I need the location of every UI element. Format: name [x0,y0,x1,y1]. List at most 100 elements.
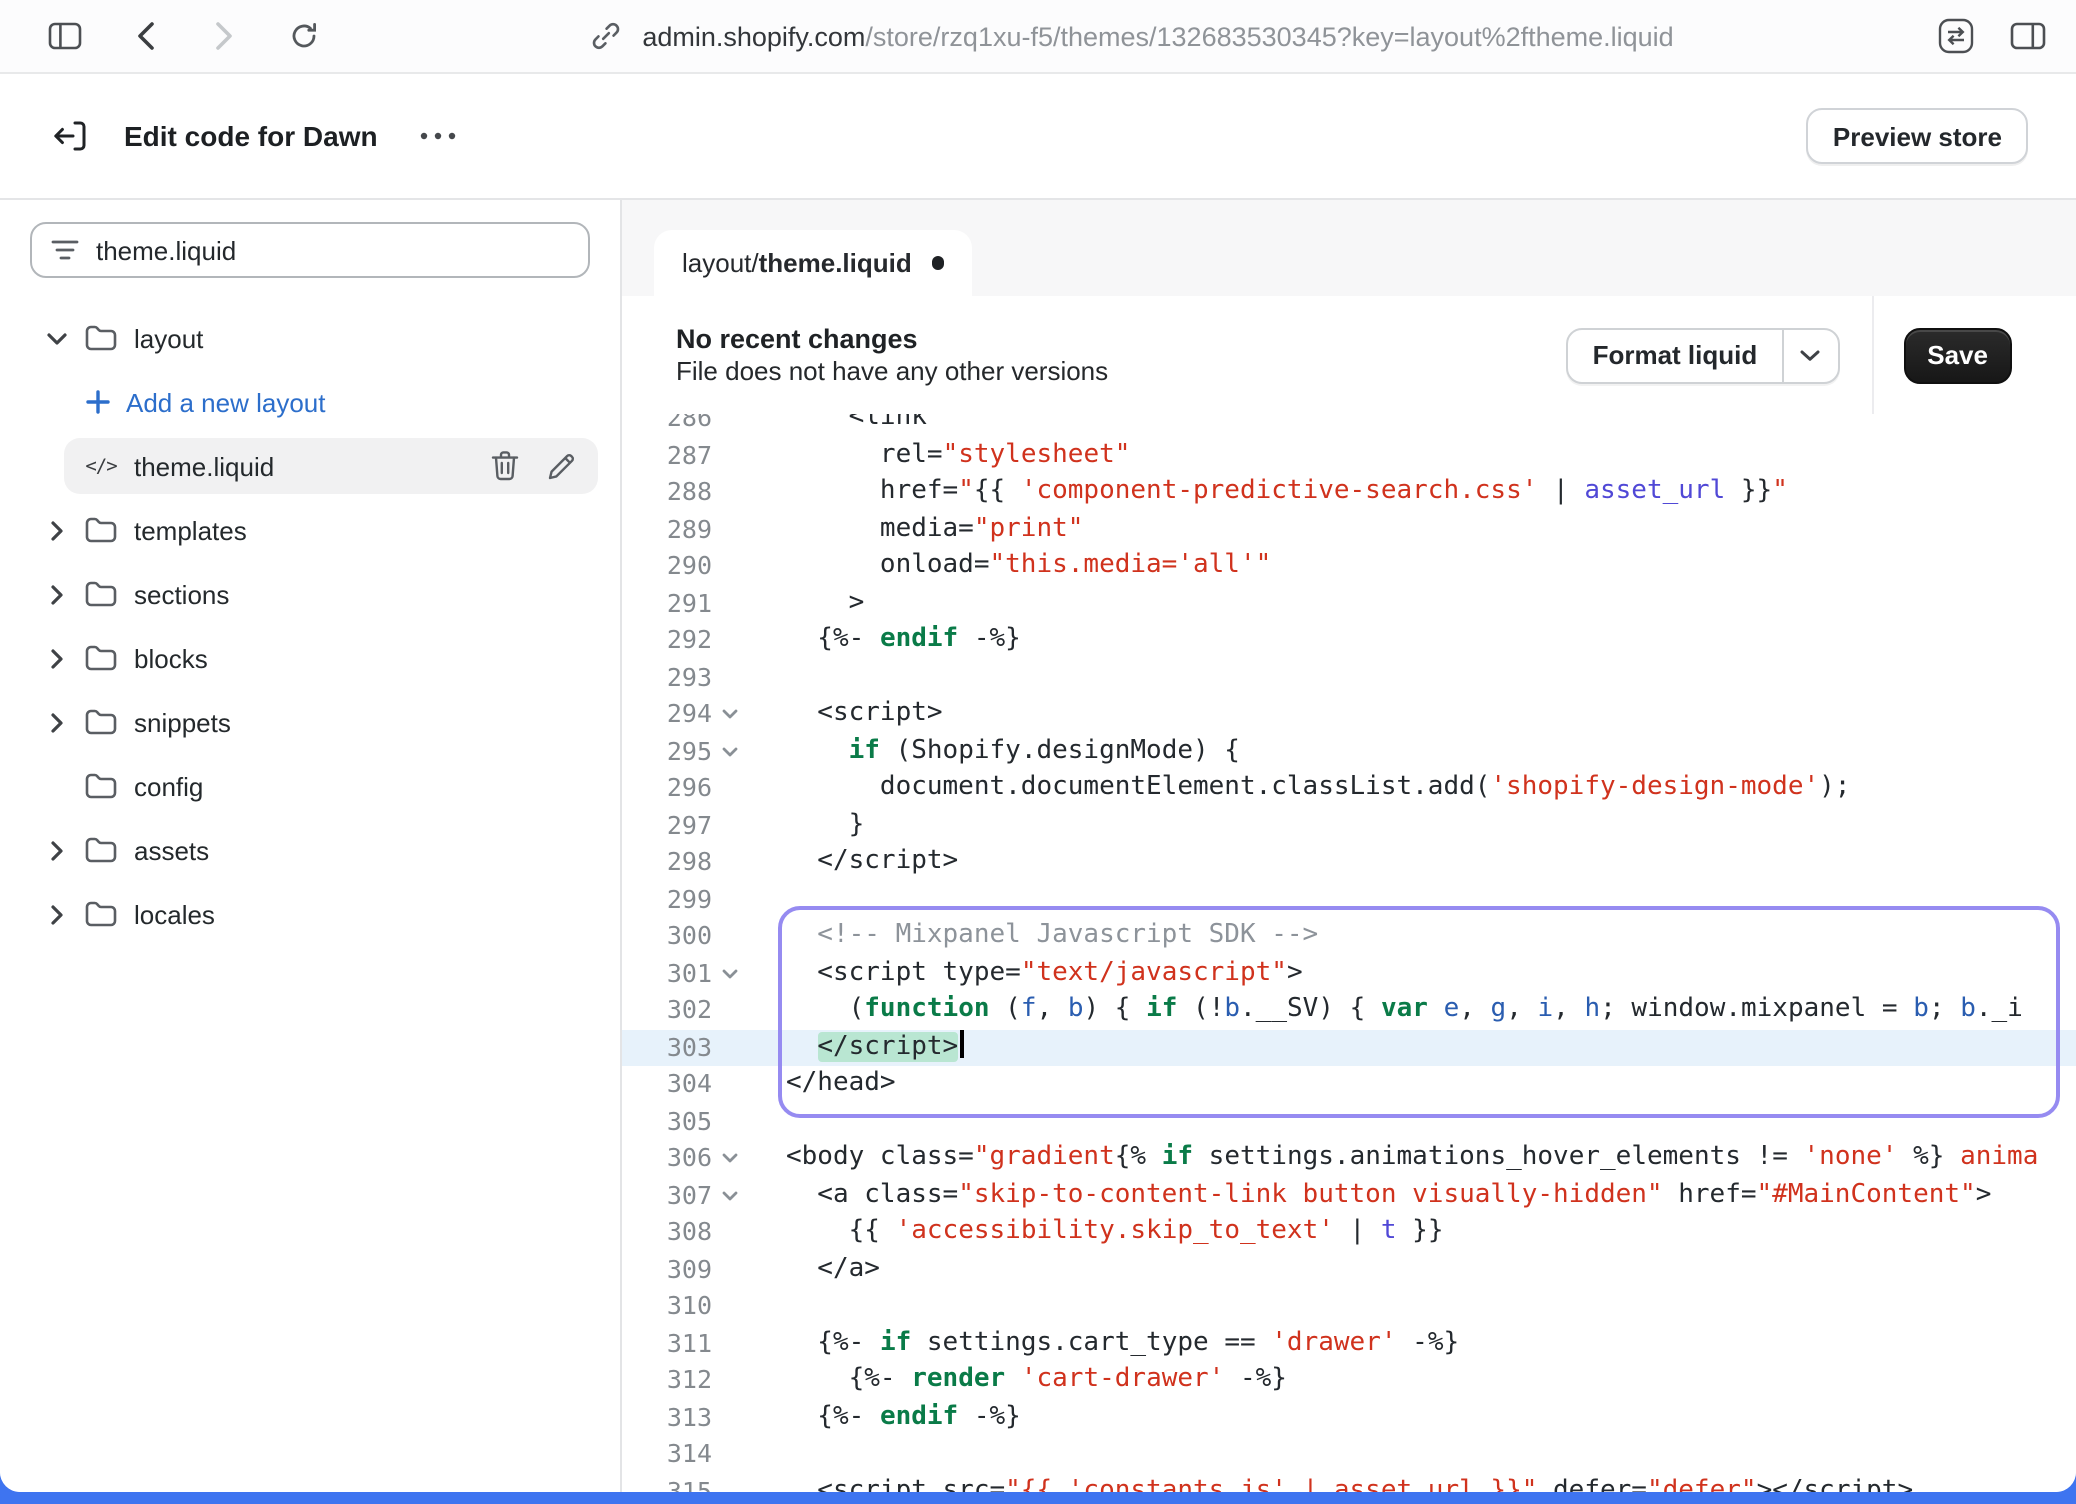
chevron-right-icon[interactable] [44,839,68,861]
code-line-297[interactable]: 297 } [622,807,2076,844]
code-line-293[interactable]: 293 [622,659,2076,696]
line-number: 314 [622,1436,712,1473]
reload-icon[interactable] [284,16,324,56]
line-number: 297 [622,807,712,844]
sidebar-item-locales[interactable]: locales [0,882,620,946]
code-line-303[interactable]: 303 </script> [622,1029,2076,1066]
code-fold-icon[interactable] [712,696,746,733]
chevron-down-icon[interactable] [1781,329,1837,381]
code-line-304[interactable]: 304</head> [622,1066,2076,1103]
line-number: 296 [622,770,712,807]
line-number: 303 [622,1029,712,1066]
sidebar-item-assets[interactable]: assets [0,818,620,882]
code-line-291[interactable]: 291 > [622,585,2076,622]
sidebar-toggle-icon[interactable] [44,16,84,56]
version-status: No recent changes File does not have any… [676,324,1108,386]
code-line-314[interactable]: 314 [622,1436,2076,1473]
preview-store-button[interactable]: Preview store [1807,108,2028,164]
split-view-icon[interactable] [2008,16,2048,56]
code-line-289[interactable]: 289 media="print" [622,511,2076,548]
status-subtitle: File does not have any other versions [676,356,1108,386]
tree-item-label: snippets [134,707,231,737]
sidebar-add-layout[interactable]: Add a new layout [0,370,620,434]
sidebar-item-config[interactable]: config [0,754,620,818]
back-icon[interactable] [124,16,164,56]
code-line-313[interactable]: 313 {%- endif -%} [622,1399,2076,1436]
format-liquid-button[interactable]: Format liquid [1567,327,1840,383]
forward-icon[interactable] [204,16,244,56]
pencil-icon[interactable] [544,451,576,481]
sidebar-item-blocks[interactable]: blocks [0,626,620,690]
code-line-300[interactable]: 300 <!-- Mixpanel Javascript SDK --> [622,918,2076,955]
folder-icon [84,324,118,352]
tree-item-label: sections [134,579,229,609]
exit-code-editor-icon[interactable] [42,108,98,164]
tab-theme-liquid[interactable]: layout/theme.liquid [654,230,973,296]
code-line-309[interactable]: 309 </a> [622,1251,2076,1288]
format-liquid-label[interactable]: Format liquid [1569,329,1782,381]
more-actions-icon[interactable] [410,108,466,164]
line-number: 287 [622,437,712,474]
sidebar-item-snippets[interactable]: snippets [0,690,620,754]
line-number: 291 [622,585,712,622]
fold-spacer [712,1066,746,1103]
fold-spacer [712,1436,746,1473]
code-line-292[interactable]: 292 {%- endif -%} [622,622,2076,659]
code-line-287[interactable]: 287 rel="stylesheet" [622,437,2076,474]
line-number: 288 [622,474,712,511]
sidebar-item-layout[interactable]: layout [0,306,620,370]
code-line-310[interactable]: 310 [622,1288,2076,1325]
url-bar[interactable]: admin.shopify.com/store/rzq1xu-f5/themes… [324,16,1936,56]
code-line-295[interactable]: 295 if (Shopify.designMode) { [622,733,2076,770]
code-line-305[interactable]: 305 [622,1103,2076,1140]
code-line-306[interactable]: 306<body class="gradient{% if settings.a… [622,1140,2076,1177]
line-number: 302 [622,992,712,1029]
line-number: 290 [622,548,712,585]
code-fold-icon[interactable] [712,733,746,770]
chevron-right-icon[interactable] [44,583,68,605]
code-line-308[interactable]: 308 {{ 'accessibility.skip_to_text' | t … [622,1214,2076,1251]
code-line-301[interactable]: 301 <script type="text/javascript"> [622,955,2076,992]
fold-spacer [712,770,746,807]
code-line-288[interactable]: 288 href="{{ 'component-predictive-searc… [622,474,2076,511]
chevron-down-icon[interactable] [44,331,68,345]
search-input[interactable] [96,235,570,265]
chevron-right-icon[interactable] [44,711,68,733]
code-line-294[interactable]: 294 <script> [622,696,2076,733]
code-line-307[interactable]: 307 <a class="skip-to-content-link butto… [622,1177,2076,1214]
code-line-296[interactable]: 296 document.documentElement.classList.a… [622,770,2076,807]
sidebar-item-templates[interactable]: templates [0,498,620,562]
code-line-302[interactable]: 302 (function (f, b) { if (!b.__SV) { va… [622,992,2076,1029]
tree-item-label: config [134,771,203,801]
code-fold-icon[interactable] [712,955,746,992]
line-number: 294 [622,696,712,733]
code-line-312[interactable]: 312 {%- render 'cart-drawer' -%} [622,1362,2076,1399]
fold-spacer [712,1473,746,1492]
code-line-311[interactable]: 311 {%- if settings.cart_type == 'drawer… [622,1325,2076,1362]
line-number: 295 [622,733,712,770]
fold-spacer [712,414,746,437]
editor-panel: layout/theme.liquid No recent changes Fi… [622,200,2076,1492]
code-line-290[interactable]: 290 onload="this.media='all'" [622,548,2076,585]
tree-item-label: layout [134,323,203,353]
code-fold-icon[interactable] [712,1140,746,1177]
line-number: 313 [622,1399,712,1436]
trash-icon[interactable] [488,450,520,482]
code-fold-icon[interactable] [712,1177,746,1214]
chevron-right-icon[interactable] [44,519,68,541]
extensions-icon[interactable] [1936,16,1976,56]
fold-spacer [712,844,746,881]
save-button[interactable]: Save [1903,327,2012,383]
code-line-315[interactable]: 315 <script src="{{ 'constants.js' | ass… [622,1473,2076,1492]
sidebar-item-sections[interactable]: sections [0,562,620,626]
chevron-right-icon[interactable] [44,903,68,925]
code-line-286[interactable]: 286 <link [622,414,2076,437]
browser-nav-controls [44,16,324,56]
chevron-right-icon[interactable] [44,647,68,669]
code-line-299[interactable]: 299 [622,881,2076,918]
code-editor[interactable]: 286 <link287 rel="stylesheet"288 href="{… [622,414,2076,1492]
sidebar-item-theme-liquid[interactable]: </>theme.liquid [64,438,598,494]
fold-spacer [712,992,746,1029]
code-line-298[interactable]: 298 </script> [622,844,2076,881]
file-search-box[interactable] [30,222,590,278]
